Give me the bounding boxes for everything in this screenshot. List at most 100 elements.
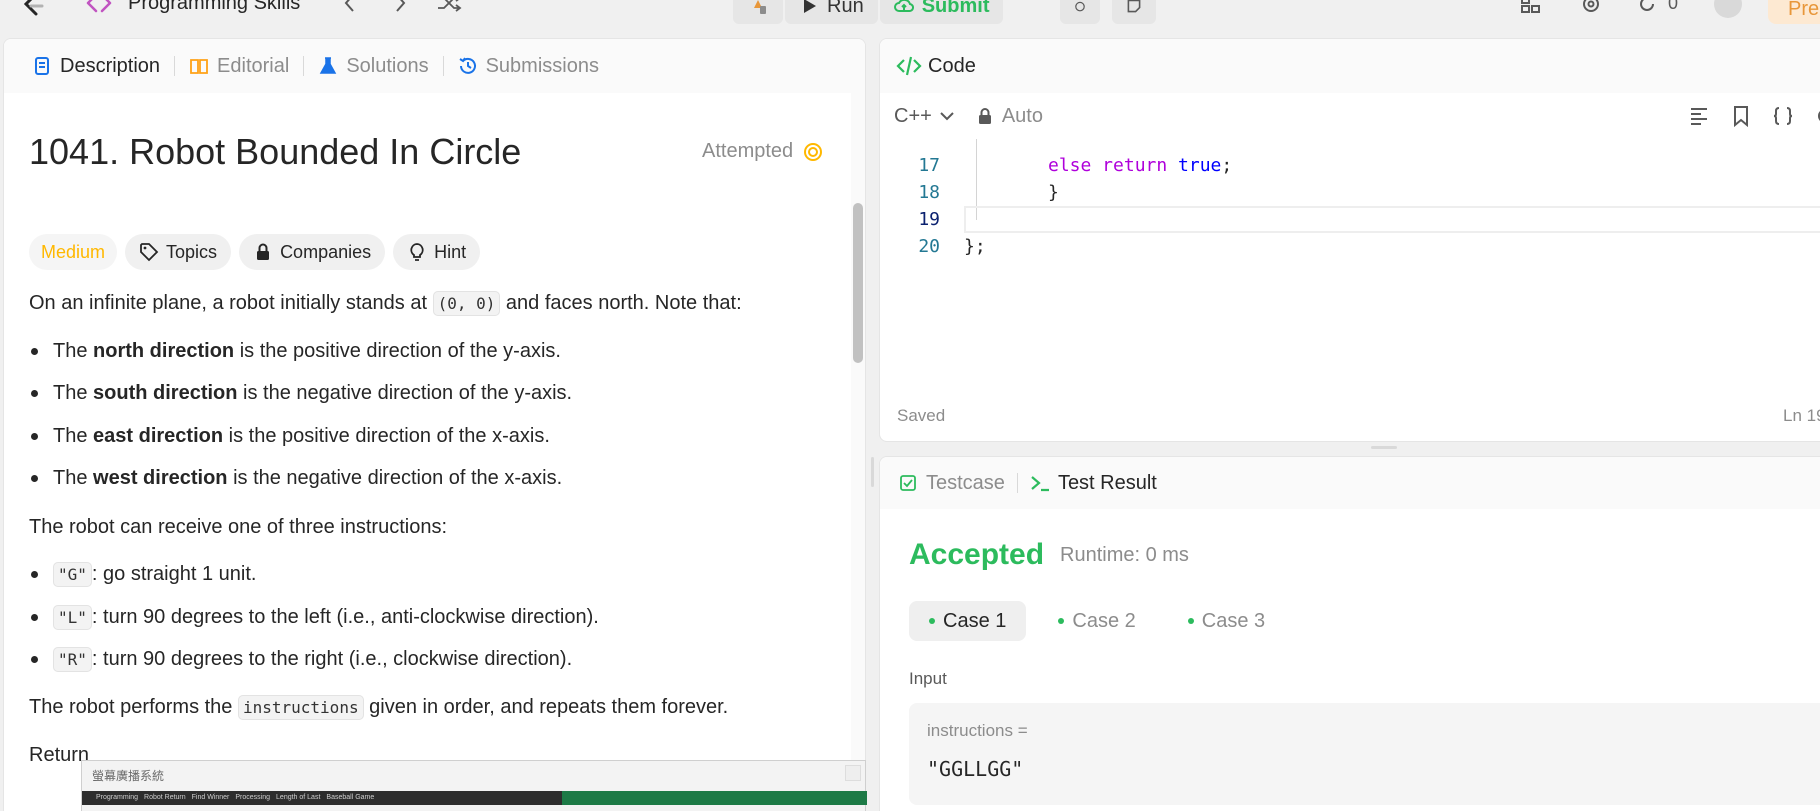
study-plan-title[interactable]: Programming Skills [128,0,300,14]
shuffle-icon[interactable] [436,0,462,12]
horizontal-resize-handle[interactable] [1371,446,1397,449]
tab-testcase[interactable]: Testcase [898,472,1005,495]
screen-broadcast-overlay[interactable]: 螢幕廣播系統 Programming Robot Return Find Win… [81,760,867,811]
case-label: Case 3 [1201,609,1266,632]
dir-bold: south direction [93,382,238,404]
checkbox-icon [900,475,916,491]
chevron-right-icon[interactable] [390,0,410,12]
case-tab-1[interactable]: Case 1 [909,601,1027,641]
repeat-paragraph: The robot performs the instructions give… [29,693,728,722]
close-icon[interactable] [845,765,861,781]
instructions-code: instructions [237,695,364,720]
dir-bold: east direction [93,425,224,447]
cursor-position: Ln 19 [1783,406,1820,425]
save-status: Saved [897,406,946,425]
overlay-tab: Robot Return [144,794,186,801]
tab-solutions[interactable]: Solutions [310,55,436,78]
streak-counter: 0 [1668,0,1679,13]
lock-icon [257,243,270,260]
problem-chips: Medium Topics Companies Hint [29,234,481,270]
hint-chip[interactable]: Hint [393,234,481,270]
case-label: Case 2 [1072,609,1136,632]
list-item: The west direction is the negative direc… [29,464,562,492]
status-label: Attempted [702,140,794,162]
format-icon[interactable] [1688,105,1710,127]
pass-dot [1058,618,1065,624]
difficulty-label: Medium [41,241,106,262]
vertical-resize-handle[interactable] [871,457,874,487]
code-text: }; [964,236,986,257]
settings-icon[interactable] [1580,0,1602,14]
play-icon [804,0,816,13]
premium-button[interactable]: Pre [1768,0,1820,24]
runtime-text: Runtime: 0 ms [1060,544,1189,566]
instructions-intro: The robot can receive one of three instr… [29,516,448,538]
study-plan-icon [86,0,112,13]
line-number: 18 [918,182,940,203]
tab-description[interactable]: Description [24,55,168,78]
intro-text: and faces north. Note that: [500,292,742,314]
instr-code: "L" [53,605,92,630]
list-item: The south direction is the negative dire… [29,379,572,407]
chevron-left-icon[interactable] [340,0,360,12]
case-tab-2[interactable]: Case 2 [1038,601,1155,641]
repeat-text: The robot performs the [29,696,238,718]
dir-text: is the negative direction of the y-axis. [237,382,573,404]
description-icon [35,57,49,75]
instr-code: "G" [53,562,92,587]
leetcode-logo-icon[interactable] [20,0,46,16]
tab-test-result[interactable]: Test Result [1030,472,1157,495]
problem-content: 1041. Robot Bounded In Circle Attempted … [26,93,836,811]
hint-label: Hint [434,241,467,262]
debugger-button[interactable] [733,0,783,24]
scrollbar-thumb[interactable] [853,203,863,363]
test-panel: Testcase Test Result Accepted Runtime: 0… [879,456,1820,811]
premium-label: Pre [1788,0,1820,20]
tab-divider [174,56,176,76]
tab-testcase-label: Testcase [926,471,1005,494]
editor-tools [1688,105,1820,127]
problem-title[interactable]: 1041. Robot Bounded In Circle [29,131,521,173]
origin-code: (0, 0) [432,291,501,316]
overlay-tab: Length of Last [276,794,321,801]
description-scrollbar[interactable] [851,93,865,811]
code-icon [896,56,922,76]
timer-button[interactable] [1060,0,1100,24]
case-tab-3[interactable]: Case 3 [1168,601,1285,641]
lock-icon [978,108,991,124]
line-number: 17 [918,155,940,176]
dir-text: is the positive direction of the x-axis. [223,425,550,447]
code-line: 17 else return true; [880,152,1820,179]
dir-prefix: The [53,382,94,404]
topics-chip[interactable]: Topics [125,234,232,270]
layout-icon[interactable] [1520,0,1542,14]
case-label: Case 1 [943,609,1007,632]
tab-editorial[interactable]: Editorial [181,55,297,78]
topics-label: Topics [166,241,218,262]
avatar[interactable] [1714,0,1742,18]
notes-button[interactable] [1112,0,1156,24]
reset-icon[interactable] [1814,105,1820,127]
bookmark-icon[interactable] [1730,105,1752,127]
tab-submissions[interactable]: Submissions [450,55,607,78]
run-label: Run [827,0,864,17]
verdict-text: Accepted [909,538,1045,571]
code-text: } [1048,182,1059,203]
companies-chip[interactable]: Companies [239,234,386,270]
run-button[interactable]: Run [785,0,878,24]
code-editor[interactable]: 17 else return true; 18 } 19 20 }; [880,139,1820,389]
submit-button[interactable]: Submit [879,0,1004,24]
description-tabs: Description Editorial Solutions Submissi… [4,39,865,93]
braces-icon[interactable] [1772,105,1794,127]
bug-icon [754,0,766,14]
dir-prefix: The [53,467,94,489]
dir-bold: west direction [93,467,228,489]
history-icon [459,57,476,74]
tag-icon [140,243,159,262]
lightbulb-icon [410,243,424,261]
streak-icon[interactable] [1636,0,1658,14]
overlay-title: 螢幕廣播系統 [92,769,165,783]
code-line: 20 }; [880,233,1820,260]
list-item: The north direction is the positive dire… [29,337,561,365]
